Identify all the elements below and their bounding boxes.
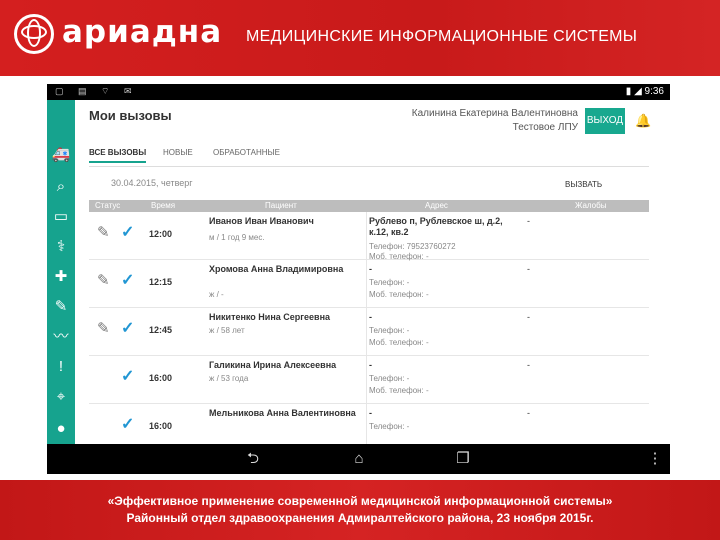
patient-phone: Телефон: - xyxy=(369,422,410,431)
call-time: 12:15 xyxy=(149,277,173,287)
logout-button[interactable]: ВЫХОД xyxy=(585,108,625,134)
status-right: ▮ ◢ 9:36 xyxy=(625,86,664,97)
col-address: Адрес xyxy=(425,201,448,210)
patient-info: ж / 53 года xyxy=(209,374,249,383)
complaints: - xyxy=(527,264,530,274)
date-selector[interactable]: 30.04.2015, четверг xyxy=(111,178,193,188)
user-name: Калинина Екатерина Валентиновна xyxy=(411,108,578,119)
search-doc-icon[interactable]: ⌕ xyxy=(50,176,72,198)
patient-info: ж / 58 лет xyxy=(209,326,245,335)
folder-icon[interactable]: ▭ xyxy=(50,206,72,228)
table-header: Статус Время Пациент Адрес Жалобы xyxy=(89,200,649,212)
edit-icon[interactable]: ✎ xyxy=(97,272,115,290)
logo-text: ариадна xyxy=(62,14,223,50)
check-icon[interactable]: ✓ xyxy=(121,368,139,386)
patient-name: Никитенко Нина Сергеевна xyxy=(209,312,331,322)
column-divider xyxy=(366,404,367,444)
column-divider xyxy=(366,308,367,356)
sidebar: 🚑 ⌕ ▭ ⚕ ✚ ✎ 〰 ! ⌖ ● xyxy=(47,100,75,444)
patient-mobile: Моб. телефон: - xyxy=(369,338,429,347)
slide-title: МЕДИЦИНСКИЕ ИНФОРМАЦИОННЫЕ СИСТЕМЫ xyxy=(246,28,638,45)
column-divider xyxy=(366,260,367,308)
patient-address: - xyxy=(369,408,372,418)
patient-address: Рублево п, Рублевское ш, д.2, к.12, кв.2 xyxy=(369,216,503,237)
medical-cross-icon[interactable]: ✚ xyxy=(50,266,72,288)
patient-name: Галикина Ирина Алексеевна xyxy=(209,360,337,370)
call-time: 12:00 xyxy=(149,229,173,239)
location-icon[interactable]: ⌖ xyxy=(50,386,72,408)
edit-icon[interactable]: ✎ xyxy=(97,320,115,338)
patient-mobile: Моб. телефон: - xyxy=(369,386,429,395)
footer-line-1: «Эффективное применение современной меди… xyxy=(107,494,613,508)
complaints: - xyxy=(527,216,530,226)
edit-icon[interactable]: ✎ xyxy=(97,224,115,242)
tabs-divider xyxy=(89,166,649,167)
call-time: 12:45 xyxy=(149,325,173,335)
check-icon[interactable]: ✓ xyxy=(121,416,139,434)
tablet-screen: ▢ ▤ ⌔ ✉ ▮ ◢ 9:36 🚑 ⌕ ▭ ⚕ ✚ ✎ 〰 ! ⌖ ● Мои… xyxy=(47,84,670,474)
check-icon[interactable]: ✓ xyxy=(121,272,139,290)
patient-name: Мельникова Анна Валентиновна xyxy=(209,408,356,418)
pills-icon[interactable]: ⚕ xyxy=(50,236,72,258)
col-complaints: Жалобы xyxy=(575,201,607,210)
patient-phone: Телефон: - xyxy=(369,374,410,383)
notes-icon[interactable]: ✎ xyxy=(50,296,72,318)
tab-new[interactable]: НОВЫЕ xyxy=(163,148,193,161)
footer-line-2: Районный отдел здравоохранения Адмиралте… xyxy=(126,511,594,525)
patient-phone: Телефон: - xyxy=(369,278,410,287)
check-icon[interactable]: ✓ xyxy=(121,224,139,242)
complaints: - xyxy=(527,360,530,370)
info-icon[interactable]: ● xyxy=(50,418,72,440)
main-content: Мои вызовы Калинина Екатерина Валентинов… xyxy=(75,100,670,444)
column-divider xyxy=(366,356,367,404)
slide-footer: «Эффективное применение современной меди… xyxy=(0,480,720,540)
check-icon[interactable]: ✓ xyxy=(121,320,139,338)
bell-icon[interactable]: 🔔 xyxy=(635,114,651,128)
android-nav-bar: ⮌ ⌂ ❐ ⋮ xyxy=(47,444,670,474)
patient-mobile: Моб. телефон: - xyxy=(369,290,429,299)
recent-apps-icon[interactable]: ❐ xyxy=(451,451,475,467)
col-patient: Пациент xyxy=(265,201,297,210)
patient-name: Иванов Иван Иванович xyxy=(209,216,314,226)
call-time: 16:00 xyxy=(149,421,173,431)
complaints: - xyxy=(527,408,530,418)
slide-header: ариадна МЕДИЦИНСКИЕ ИНФОРМАЦИОННЫЕ СИСТЕ… xyxy=(0,0,720,76)
patient-address: - xyxy=(369,360,372,370)
call-time: 16:00 xyxy=(149,373,173,383)
ambulance-icon[interactable]: 🚑 xyxy=(50,144,72,166)
column-divider xyxy=(366,212,367,260)
patient-phone: Телефон: 79523760272 xyxy=(369,242,456,251)
back-icon[interactable]: ⮌ xyxy=(241,451,265,467)
user-org: Тестовое ЛПУ xyxy=(512,122,578,133)
patient-address: - xyxy=(369,312,372,322)
patient-name: Хромова Анна Владимировна xyxy=(209,264,344,274)
status-time: 9:36 xyxy=(644,86,664,97)
table-row[interactable]: ✎ ✓ 12:00 Иванов Иван Иванович м / 1 год… xyxy=(89,212,649,261)
complaints: - xyxy=(527,312,530,322)
patient-info: м / 1 год 9 мес. xyxy=(209,233,265,242)
col-time: Время xyxy=(151,201,176,210)
menu-icon[interactable]: ⋮ xyxy=(643,451,667,467)
alert-icon[interactable]: ! xyxy=(50,356,72,378)
page-title: Мои вызовы xyxy=(89,108,172,123)
col-status: Статус xyxy=(95,201,121,210)
table-row[interactable]: ✎ ✓ 12:15 Хромова Анна Владимировна ж / … xyxy=(89,260,649,308)
home-icon[interactable]: ⌂ xyxy=(347,451,371,467)
patient-address: - xyxy=(369,264,372,274)
status-bar: ▢ ▤ ⌔ ✉ ▮ ◢ 9:36 xyxy=(47,84,670,100)
table-row[interactable]: ✎ ✓ 12:45 Никитенко Нина Сергеевна ж / 5… xyxy=(89,308,649,356)
call-button[interactable]: ВЫЗВАТЬ xyxy=(565,180,602,189)
table-row[interactable]: ✓ 16:00 Мельникова Анна Валентиновна - Т… xyxy=(89,404,649,444)
tab-all-calls[interactable]: ВСЕ ВЫЗОВЫ xyxy=(89,148,147,163)
logo-globe-icon xyxy=(14,14,54,54)
patient-info: ж / - xyxy=(209,290,224,299)
patient-phone: Телефон: - xyxy=(369,326,410,335)
table-row[interactable]: ✓ 16:00 Галикина Ирина Алексеевна ж / 53… xyxy=(89,356,649,404)
heartbeat-icon[interactable]: 〰 xyxy=(50,326,72,348)
notification-icons: ▢ ▤ ⌔ ✉ xyxy=(55,86,138,96)
tab-processed[interactable]: ОБРАБОТАННЫЕ xyxy=(213,148,280,161)
